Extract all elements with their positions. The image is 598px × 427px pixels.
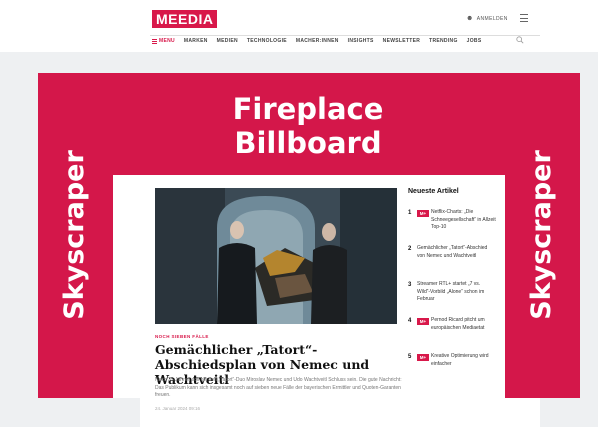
list-item-number: 1	[408, 210, 412, 216]
list-item-number: 2	[408, 246, 412, 252]
article-hero-image[interactable]	[155, 188, 397, 324]
list-item-number: 4	[408, 318, 412, 324]
list-item-title: Netflix-Charts: „Die Schneegesellschaft“…	[431, 209, 496, 230]
skyscraper-left-label: Skyscraper	[59, 150, 90, 320]
article-date: 24. Januar 2024 09:16	[155, 406, 201, 411]
premium-badge: M+	[417, 317, 429, 325]
list-item-title: Kreative Optimierung wird einfacher	[431, 353, 489, 367]
skyscraper-right-label: Skyscraper	[526, 150, 557, 320]
billboard-label: Fireplace Billboard	[232, 92, 384, 160]
nav-item-newsletter[interactable]: NEWSLETTER	[383, 38, 420, 44]
premium-badge: M+	[417, 209, 429, 217]
content-area-lower	[140, 398, 540, 427]
menu-icon	[152, 38, 157, 44]
nav-item-jobs[interactable]: JOBS	[467, 38, 482, 44]
list-item-number: 5	[408, 354, 412, 360]
article-kicker: NOCH SIEBEN FÄLLE	[155, 334, 209, 339]
nav-item-marken[interactable]: MARKEN	[184, 38, 208, 44]
sidebar-title: Neueste Artikel	[408, 188, 459, 195]
list-item[interactable]: 3 Streamer RTL+ startet „7 vs. Wild“-Vor…	[408, 280, 506, 316]
list-item[interactable]: 1 M+ Netflix-Charts: „Die Schneegesellsc…	[408, 208, 506, 244]
list-item-title: Gemächlicher „Tatort“-Abschied von Nemec…	[417, 245, 488, 259]
nav-item-technologie[interactable]: TECHNOLOGIE	[247, 38, 287, 44]
site-logo[interactable]: MEEDIA	[152, 10, 218, 28]
list-item-title: Pernod Ricard pitcht um europäischen Med…	[431, 317, 485, 331]
user-icon: ☻	[466, 15, 474, 22]
header-divider	[150, 35, 540, 36]
login-label: ANMELDEN	[476, 15, 508, 22]
main-nav: MENU MARKEN MEDIEN TECHNOLOGIE MACHER:IN…	[152, 38, 481, 44]
nav-menu-button[interactable]: MENU	[152, 38, 175, 44]
latest-articles-list: 1 M+ Netflix-Charts: „Die Schneegesellsc…	[408, 208, 506, 388]
nav-menu-label: MENU	[159, 38, 175, 44]
list-item[interactable]: 2 Gemächlicher „Tatort“-Abschied von Nem…	[408, 244, 506, 280]
list-item-title: Streamer RTL+ startet „7 vs. Wild“-Vorbi…	[417, 281, 485, 302]
page: MEEDIA ☻ ANMELDEN MENU MARKEN MEDIEN TEC…	[0, 0, 598, 427]
hamburger-icon[interactable]	[520, 14, 528, 22]
nav-item-insights[interactable]: INSIGHTS	[348, 38, 374, 44]
list-item[interactable]: 5 M+ Kreative Optimierung wird einfacher	[408, 352, 506, 388]
article-teaser: Nach 35 Jahren soll bei den „Tatort“-Duo…	[155, 377, 402, 398]
nav-item-trending[interactable]: TRENDING	[429, 38, 458, 44]
search-icon[interactable]	[516, 36, 524, 44]
nav-item-medien[interactable]: MEDIEN	[217, 38, 238, 44]
list-item-number: 3	[408, 282, 412, 288]
nav-item-macherinnen[interactable]: MACHER:INNEN	[296, 38, 339, 44]
site-header: MEEDIA ☻ ANMELDEN MENU MARKEN MEDIEN TEC…	[0, 0, 598, 52]
premium-badge: M+	[417, 353, 429, 361]
login-link[interactable]: ☻ ANMELDEN	[466, 15, 508, 22]
list-item[interactable]: 4 M+ Pernod Ricard pitcht um europäische…	[408, 316, 506, 352]
